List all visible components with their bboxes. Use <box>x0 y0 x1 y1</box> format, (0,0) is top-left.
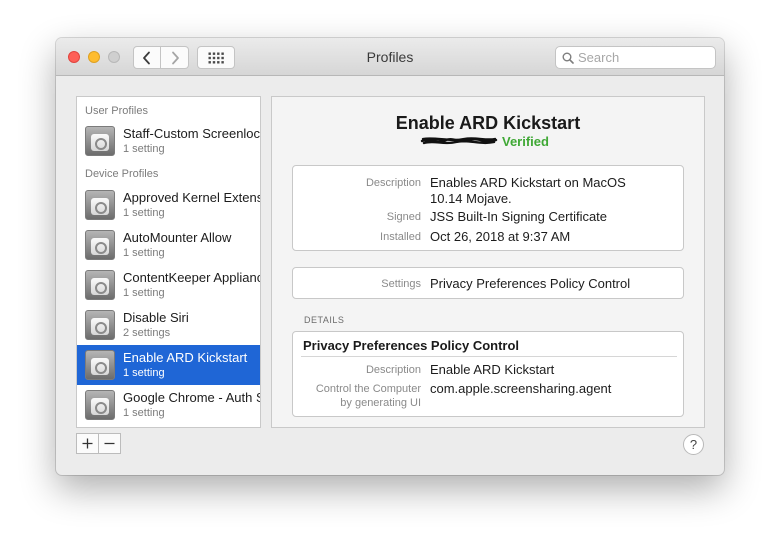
control-label-line2: by generating UI <box>340 397 421 409</box>
profile-name: Staff-Custom Screenlock <box>123 126 261 141</box>
profile-setting-count: 1 setting <box>123 407 165 419</box>
plus-icon <box>82 438 93 449</box>
details-description-value: Enable ARD Kickstart <box>430 362 555 377</box>
device-profiles-header: Device Profiles <box>85 168 159 180</box>
add-profile-button[interactable] <box>77 434 99 453</box>
profile-gear-icon <box>85 350 115 380</box>
profile-gear-icon <box>85 190 115 220</box>
profile-setting-count: 1 setting <box>123 143 165 155</box>
profiles-window: Profiles User Profiles Staff-Custom Scre… <box>56 38 724 475</box>
search-field[interactable] <box>555 46 716 69</box>
control-value: com.apple.screensharing.agent <box>430 381 612 396</box>
profile-gear-icon <box>85 310 115 340</box>
redacted-scribble <box>420 137 498 145</box>
settings-label: Settings <box>381 278 421 290</box>
profile-name: AutoMounter Allow <box>123 230 232 245</box>
profile-name: ContentKeeper Appliance <box>123 270 261 285</box>
profile-gear-icon <box>85 270 115 300</box>
add-remove-control <box>76 433 121 454</box>
profile-gear-icon <box>85 230 115 260</box>
profile-setting-count: 1 setting <box>123 287 165 299</box>
profile-gear-icon <box>85 126 115 156</box>
installed-value: Oct 26, 2018 at 9:37 AM <box>430 229 571 244</box>
profile-setting-count: 2 settings <box>123 327 171 339</box>
details-heading: Privacy Preferences Policy Control <box>303 338 520 353</box>
search-input[interactable] <box>578 49 712 66</box>
profile-item-staff-custom-screenlock[interactable]: Staff-Custom Screenlock 1 setting <box>77 121 261 161</box>
details-caption: DETAILS <box>304 315 345 325</box>
profile-setting-count: 1 setting <box>123 367 165 379</box>
profiles-sidebar[interactable]: User Profiles Staff-Custom Screenlock 1 … <box>76 96 261 428</box>
installed-label: Installed <box>380 231 421 243</box>
details-box: Privacy Preferences Policy Control Descr… <box>292 331 684 417</box>
profile-setting-count: 1 setting <box>123 247 165 259</box>
profile-detail-pane: Enable ARD Kickstart Verified Descriptio… <box>271 96 705 428</box>
profile-info-box: Description Enables ARD Kickstart on Mac… <box>292 165 684 251</box>
settings-box: Settings Privacy Preferences Policy Cont… <box>292 267 684 299</box>
signed-value: JSS Built-In Signing Certificate <box>430 209 608 224</box>
verified-status: Verified <box>502 134 549 149</box>
profile-name: Google Chrome - Auth Server <box>123 390 260 405</box>
profile-item-enable-ard-kickstart[interactable]: Enable ARD Kickstart 1 setting <box>77 345 260 385</box>
description-value-line1: Enables ARD Kickstart on MacOS <box>430 175 626 190</box>
profile-item-approved-kernel-extensions[interactable]: Approved Kernel Extensions 1 setting <box>77 185 260 225</box>
remove-profile-button[interactable] <box>99 434 120 453</box>
profile-setting-count: 1 setting <box>123 207 165 219</box>
profile-gear-icon <box>85 390 115 420</box>
profile-name: Enable ARD Kickstart <box>123 350 248 365</box>
profile-item-disable-siri[interactable]: Disable Siri 2 settings <box>77 305 260 345</box>
profile-name: Approved Kernel Extensions <box>123 190 260 205</box>
profile-item-google-chrome-auth-server[interactable]: Google Chrome - Auth Server 1 setting <box>77 385 260 425</box>
profile-item-automounter-allow[interactable]: AutoMounter Allow 1 setting <box>77 225 260 265</box>
settings-value: Privacy Preferences Policy Control <box>430 276 631 291</box>
description-value-line2: 10.14 Mojave. <box>430 191 512 206</box>
details-description-label: Description <box>365 364 421 376</box>
details-divider <box>301 356 677 357</box>
help-button[interactable]: ? <box>683 434 704 455</box>
title-bar: Profiles <box>56 38 724 76</box>
profile-title: Enable ARD Kickstart <box>395 113 581 133</box>
search-icon <box>562 52 574 64</box>
user-profiles-header: User Profiles <box>85 105 148 117</box>
description-label: Description <box>365 177 421 189</box>
control-label-line1: Control the Computer <box>315 383 421 395</box>
minus-icon <box>104 442 115 445</box>
profile-item-contentkeeper-appliance[interactable]: ContentKeeper Appliance 1 setting <box>77 265 261 305</box>
signed-label: Signed <box>386 211 421 223</box>
profile-name: Disable Siri <box>123 310 189 325</box>
